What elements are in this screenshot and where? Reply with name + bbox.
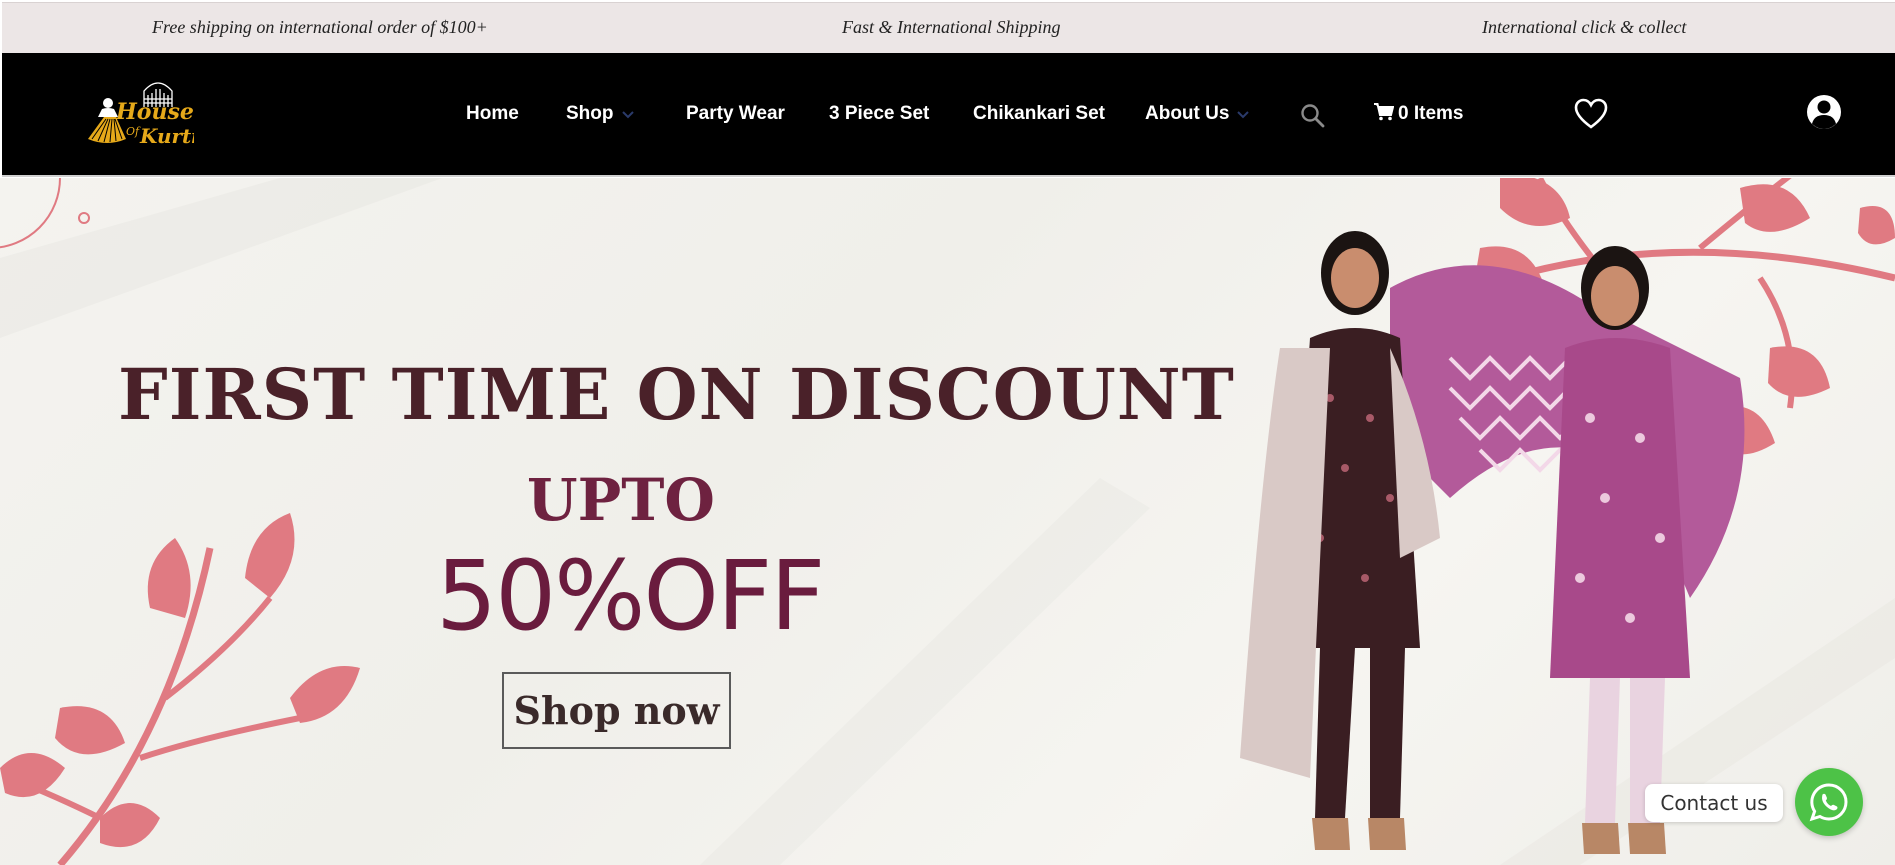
heart-icon[interactable] [1574, 98, 1608, 130]
nav-about-us[interactable]: About Us [1145, 103, 1250, 125]
svg-text:Of: Of [126, 125, 141, 138]
brand-logo[interactable]: House Of Kurti [82, 77, 199, 153]
hero-offer: 50%OFF [436, 540, 825, 652]
nav-party-wear[interactable]: Party Wear [686, 103, 785, 125]
nav-chikankari-set-label: Chikankari Set [973, 103, 1105, 124]
nav-home-label: Home [466, 103, 519, 124]
contact-us-label[interactable]: Contact us [1645, 784, 1783, 822]
announcement-fast-shipping: Fast & International Shipping [842, 17, 1061, 37]
search-icon[interactable] [1300, 103, 1326, 129]
shop-now-button[interactable]: Shop now [502, 672, 731, 749]
hero-models-image [1240, 231, 1745, 854]
site-header: House Of Kurti Home Shop Party Wear 3 Pi… [2, 53, 1895, 177]
hero-title: FIRST TIME ON DISCOUNT [118, 353, 1235, 436]
whatsapp-button[interactable] [1795, 768, 1863, 836]
chevron-down-icon [1237, 103, 1250, 125]
hero-upto: UPTO [527, 466, 715, 534]
announcement-bar: Free shipping on international order of … [2, 2, 1895, 53]
user-icon[interactable] [1806, 94, 1842, 130]
cart-button[interactable]: 0 Items [1374, 103, 1463, 125]
announcement-click-collect: International click & collect [1482, 17, 1687, 37]
svg-text:House: House [115, 99, 194, 125]
nav-chikankari-set[interactable]: Chikankari Set [973, 103, 1105, 125]
hero-banner: FIRST TIME ON DISCOUNT UPTO 50%OFF Shop … [0, 178, 1895, 865]
nav-party-wear-label: Party Wear [686, 103, 785, 124]
nav-3-piece-set-label: 3 Piece Set [829, 103, 930, 124]
nav-home[interactable]: Home [466, 103, 519, 125]
nav-about-us-label: About Us [1145, 103, 1230, 125]
announcement-free-shipping: Free shipping on international order of … [152, 17, 488, 37]
cart-label: 0 Items [1398, 103, 1464, 124]
nav-shop-label: Shop [566, 103, 614, 125]
nav-shop[interactable]: Shop [566, 103, 634, 125]
cart-icon [1374, 103, 1398, 124]
svg-text:Kurti: Kurti [139, 124, 194, 148]
nav-3-piece-set[interactable]: 3 Piece Set [829, 103, 929, 125]
chevron-down-icon [621, 103, 634, 125]
